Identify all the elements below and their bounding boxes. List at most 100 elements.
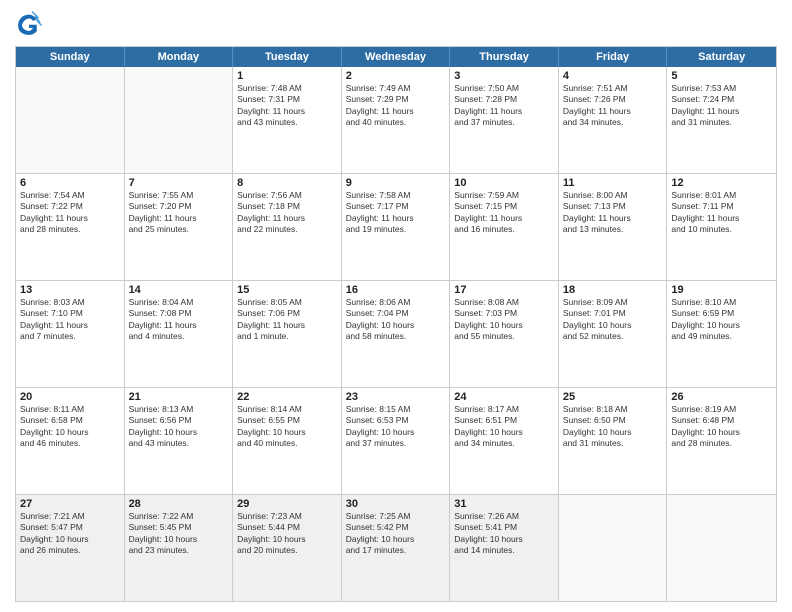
cal-cell: 28Sunrise: 7:22 AMSunset: 5:45 PMDayligh… bbox=[125, 495, 234, 601]
day-header-saturday: Saturday bbox=[667, 47, 776, 67]
day-number: 28 bbox=[129, 498, 229, 510]
day-number: 24 bbox=[454, 391, 554, 403]
cell-info: Sunrise: 8:08 AMSunset: 7:03 PMDaylight:… bbox=[454, 297, 554, 343]
cell-info: Sunrise: 7:49 AMSunset: 7:29 PMDaylight:… bbox=[346, 83, 446, 129]
cell-info: Sunrise: 8:04 AMSunset: 7:08 PMDaylight:… bbox=[129, 297, 229, 343]
cal-cell: 17Sunrise: 8:08 AMSunset: 7:03 PMDayligh… bbox=[450, 281, 559, 387]
cell-info: Sunrise: 7:55 AMSunset: 7:20 PMDaylight:… bbox=[129, 190, 229, 236]
day-header-friday: Friday bbox=[559, 47, 668, 67]
week-row-5: 27Sunrise: 7:21 AMSunset: 5:47 PMDayligh… bbox=[16, 495, 776, 601]
cell-info: Sunrise: 7:25 AMSunset: 5:42 PMDaylight:… bbox=[346, 511, 446, 557]
cal-cell: 31Sunrise: 7:26 AMSunset: 5:41 PMDayligh… bbox=[450, 495, 559, 601]
cal-cell bbox=[667, 495, 776, 601]
day-number: 13 bbox=[20, 284, 120, 296]
day-number: 11 bbox=[563, 177, 663, 189]
day-number: 6 bbox=[20, 177, 120, 189]
cal-cell: 22Sunrise: 8:14 AMSunset: 6:55 PMDayligh… bbox=[233, 388, 342, 494]
day-number: 21 bbox=[129, 391, 229, 403]
day-number: 19 bbox=[671, 284, 772, 296]
cal-cell: 7Sunrise: 7:55 AMSunset: 7:20 PMDaylight… bbox=[125, 174, 234, 280]
day-number: 9 bbox=[346, 177, 446, 189]
calendar-page: SundayMondayTuesdayWednesdayThursdayFrid… bbox=[0, 0, 792, 612]
cal-cell: 14Sunrise: 8:04 AMSunset: 7:08 PMDayligh… bbox=[125, 281, 234, 387]
day-header-tuesday: Tuesday bbox=[233, 47, 342, 67]
cell-info: Sunrise: 8:03 AMSunset: 7:10 PMDaylight:… bbox=[20, 297, 120, 343]
calendar-body: 1Sunrise: 7:48 AMSunset: 7:31 PMDaylight… bbox=[16, 67, 776, 601]
cell-info: Sunrise: 8:10 AMSunset: 6:59 PMDaylight:… bbox=[671, 297, 772, 343]
calendar-header-row: SundayMondayTuesdayWednesdayThursdayFrid… bbox=[16, 47, 776, 67]
cell-info: Sunrise: 8:13 AMSunset: 6:56 PMDaylight:… bbox=[129, 404, 229, 450]
cal-cell: 13Sunrise: 8:03 AMSunset: 7:10 PMDayligh… bbox=[16, 281, 125, 387]
cal-cell: 2Sunrise: 7:49 AMSunset: 7:29 PMDaylight… bbox=[342, 67, 451, 173]
day-header-wednesday: Wednesday bbox=[342, 47, 451, 67]
cal-cell bbox=[16, 67, 125, 173]
cell-info: Sunrise: 7:21 AMSunset: 5:47 PMDaylight:… bbox=[20, 511, 120, 557]
day-number: 12 bbox=[671, 177, 772, 189]
cal-cell: 26Sunrise: 8:19 AMSunset: 6:48 PMDayligh… bbox=[667, 388, 776, 494]
cell-info: Sunrise: 8:09 AMSunset: 7:01 PMDaylight:… bbox=[563, 297, 663, 343]
day-number: 17 bbox=[454, 284, 554, 296]
calendar: SundayMondayTuesdayWednesdayThursdayFrid… bbox=[15, 46, 777, 602]
cal-cell: 12Sunrise: 8:01 AMSunset: 7:11 PMDayligh… bbox=[667, 174, 776, 280]
cal-cell: 16Sunrise: 8:06 AMSunset: 7:04 PMDayligh… bbox=[342, 281, 451, 387]
cal-cell: 10Sunrise: 7:59 AMSunset: 7:15 PMDayligh… bbox=[450, 174, 559, 280]
header bbox=[15, 10, 777, 38]
cal-cell: 21Sunrise: 8:13 AMSunset: 6:56 PMDayligh… bbox=[125, 388, 234, 494]
cell-info: Sunrise: 8:06 AMSunset: 7:04 PMDaylight:… bbox=[346, 297, 446, 343]
cell-info: Sunrise: 8:00 AMSunset: 7:13 PMDaylight:… bbox=[563, 190, 663, 236]
week-row-2: 6Sunrise: 7:54 AMSunset: 7:22 PMDaylight… bbox=[16, 174, 776, 281]
logo-icon bbox=[15, 10, 43, 38]
cal-cell: 20Sunrise: 8:11 AMSunset: 6:58 PMDayligh… bbox=[16, 388, 125, 494]
cell-info: Sunrise: 7:58 AMSunset: 7:17 PMDaylight:… bbox=[346, 190, 446, 236]
cell-info: Sunrise: 7:54 AMSunset: 7:22 PMDaylight:… bbox=[20, 190, 120, 236]
cal-cell: 25Sunrise: 8:18 AMSunset: 6:50 PMDayligh… bbox=[559, 388, 668, 494]
cal-cell: 1Sunrise: 7:48 AMSunset: 7:31 PMDaylight… bbox=[233, 67, 342, 173]
cell-info: Sunrise: 8:17 AMSunset: 6:51 PMDaylight:… bbox=[454, 404, 554, 450]
cell-info: Sunrise: 7:22 AMSunset: 5:45 PMDaylight:… bbox=[129, 511, 229, 557]
cell-info: Sunrise: 8:05 AMSunset: 7:06 PMDaylight:… bbox=[237, 297, 337, 343]
cal-cell: 18Sunrise: 8:09 AMSunset: 7:01 PMDayligh… bbox=[559, 281, 668, 387]
day-number: 3 bbox=[454, 70, 554, 82]
cal-cell: 15Sunrise: 8:05 AMSunset: 7:06 PMDayligh… bbox=[233, 281, 342, 387]
cell-info: Sunrise: 8:19 AMSunset: 6:48 PMDaylight:… bbox=[671, 404, 772, 450]
cell-info: Sunrise: 8:01 AMSunset: 7:11 PMDaylight:… bbox=[671, 190, 772, 236]
cell-info: Sunrise: 7:23 AMSunset: 5:44 PMDaylight:… bbox=[237, 511, 337, 557]
day-number: 22 bbox=[237, 391, 337, 403]
day-number: 15 bbox=[237, 284, 337, 296]
cell-info: Sunrise: 8:11 AMSunset: 6:58 PMDaylight:… bbox=[20, 404, 120, 450]
day-number: 2 bbox=[346, 70, 446, 82]
day-number: 18 bbox=[563, 284, 663, 296]
cal-cell: 9Sunrise: 7:58 AMSunset: 7:17 PMDaylight… bbox=[342, 174, 451, 280]
cal-cell: 4Sunrise: 7:51 AMSunset: 7:26 PMDaylight… bbox=[559, 67, 668, 173]
cal-cell: 3Sunrise: 7:50 AMSunset: 7:28 PMDaylight… bbox=[450, 67, 559, 173]
day-header-monday: Monday bbox=[125, 47, 234, 67]
day-number: 1 bbox=[237, 70, 337, 82]
cell-info: Sunrise: 8:18 AMSunset: 6:50 PMDaylight:… bbox=[563, 404, 663, 450]
day-number: 23 bbox=[346, 391, 446, 403]
day-number: 27 bbox=[20, 498, 120, 510]
cal-cell bbox=[559, 495, 668, 601]
logo bbox=[15, 10, 47, 38]
day-number: 20 bbox=[20, 391, 120, 403]
day-number: 14 bbox=[129, 284, 229, 296]
cell-info: Sunrise: 8:15 AMSunset: 6:53 PMDaylight:… bbox=[346, 404, 446, 450]
day-number: 7 bbox=[129, 177, 229, 189]
week-row-4: 20Sunrise: 8:11 AMSunset: 6:58 PMDayligh… bbox=[16, 388, 776, 495]
cell-info: Sunrise: 7:51 AMSunset: 7:26 PMDaylight:… bbox=[563, 83, 663, 129]
cell-info: Sunrise: 7:56 AMSunset: 7:18 PMDaylight:… bbox=[237, 190, 337, 236]
cell-info: Sunrise: 7:59 AMSunset: 7:15 PMDaylight:… bbox=[454, 190, 554, 236]
cal-cell bbox=[125, 67, 234, 173]
cal-cell: 29Sunrise: 7:23 AMSunset: 5:44 PMDayligh… bbox=[233, 495, 342, 601]
day-number: 8 bbox=[237, 177, 337, 189]
cal-cell: 30Sunrise: 7:25 AMSunset: 5:42 PMDayligh… bbox=[342, 495, 451, 601]
day-number: 29 bbox=[237, 498, 337, 510]
day-header-thursday: Thursday bbox=[450, 47, 559, 67]
day-header-sunday: Sunday bbox=[16, 47, 125, 67]
cell-info: Sunrise: 7:48 AMSunset: 7:31 PMDaylight:… bbox=[237, 83, 337, 129]
cell-info: Sunrise: 7:50 AMSunset: 7:28 PMDaylight:… bbox=[454, 83, 554, 129]
week-row-1: 1Sunrise: 7:48 AMSunset: 7:31 PMDaylight… bbox=[16, 67, 776, 174]
cal-cell: 5Sunrise: 7:53 AMSunset: 7:24 PMDaylight… bbox=[667, 67, 776, 173]
day-number: 4 bbox=[563, 70, 663, 82]
cal-cell: 6Sunrise: 7:54 AMSunset: 7:22 PMDaylight… bbox=[16, 174, 125, 280]
cal-cell: 23Sunrise: 8:15 AMSunset: 6:53 PMDayligh… bbox=[342, 388, 451, 494]
